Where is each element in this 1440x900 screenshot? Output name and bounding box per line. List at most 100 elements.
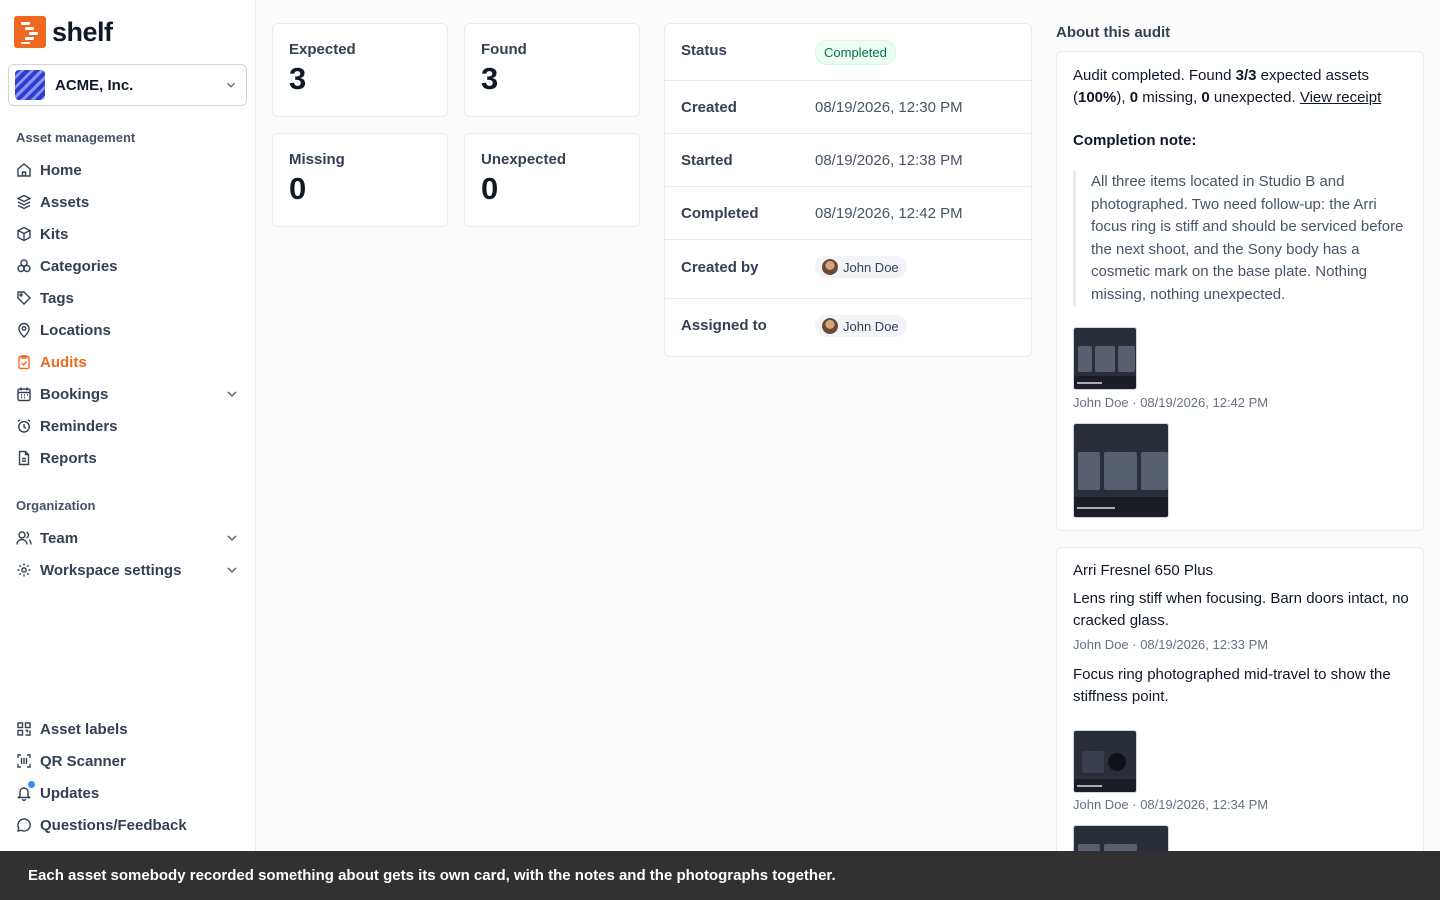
audit-photo-thumbnail[interactable] xyxy=(1073,327,1137,390)
gear-icon xyxy=(17,563,31,577)
user-chip[interactable]: John Doe xyxy=(815,315,907,337)
detail-value: John Doe xyxy=(815,315,907,338)
user-name: John Doe xyxy=(843,318,899,334)
stat-card-unexpected: Unexpected 0 xyxy=(464,133,640,227)
detail-label: Created by xyxy=(681,259,759,276)
sidebar-item-asset-labels[interactable]: Asset labels xyxy=(16,717,242,741)
sidebar-item-label: Locations xyxy=(40,321,111,339)
audit-details-card: Status Completed Created 08/19/2026, 12:… xyxy=(664,23,1032,357)
asset-title[interactable]: Arri Fresnel 650 Plus xyxy=(1073,560,1411,582)
asset-note-card: Arri Fresnel 650 Plus Lens ring stiff wh… xyxy=(1056,547,1424,867)
sidebar-item-updates[interactable]: Updates xyxy=(16,781,242,805)
sidebar-item-home[interactable]: Home xyxy=(16,158,242,182)
detail-row-created-by: Created by John Doe xyxy=(665,240,1031,299)
file-icon xyxy=(18,450,30,466)
sidebar-item-questions-feedback[interactable]: Questions/Feedback xyxy=(16,813,242,837)
about-audit-card: Audit completed. Found 3/3 expected asse… xyxy=(1056,51,1424,531)
sidebar-item-tags[interactable]: Tags xyxy=(16,286,242,310)
stat-label: Found xyxy=(481,41,527,58)
detail-row-created: Created 08/19/2026, 12:30 PM xyxy=(665,81,1031,134)
chevron-down-icon xyxy=(227,82,235,88)
sidebar-item-workspace-settings[interactable]: Workspace settings xyxy=(16,558,242,582)
sidebar-item-label: Team xyxy=(40,529,79,547)
summary-text: missing, xyxy=(1138,89,1202,106)
workspace-switcher[interactable]: ACME, Inc. xyxy=(8,64,247,106)
asset-note: Lens ring stiff when focusing. Barn door… xyxy=(1073,590,1409,629)
message-icon xyxy=(17,818,31,832)
detail-value: Completed xyxy=(815,40,896,65)
brand-name: shelf xyxy=(52,16,113,47)
sidebar-item-label: Updates xyxy=(40,784,100,802)
detail-label: Completed xyxy=(681,205,759,222)
sidebar-item-kits[interactable]: Kits xyxy=(16,222,242,246)
caption-bar: Each asset somebody recorded something a… xyxy=(0,851,1440,900)
chevron-down-icon[interactable] xyxy=(224,386,240,402)
about-audit-title: About this audit xyxy=(1056,24,1171,41)
detail-label: Status xyxy=(681,42,727,59)
sidebar-item-label: Home xyxy=(40,161,82,179)
sidebar-item-reports[interactable]: Reports xyxy=(16,446,242,470)
detail-label: Created xyxy=(681,99,737,116)
alarm-icon xyxy=(17,419,31,433)
sidebar-item-assets[interactable]: Assets xyxy=(16,190,242,214)
user-name: John Doe xyxy=(843,259,899,275)
notification-dot xyxy=(28,781,35,788)
sidebar-item-label: QR Scanner xyxy=(40,752,126,770)
shapes-icon xyxy=(17,259,31,273)
sidebar-item-label: Assets xyxy=(40,193,90,211)
sidebar-item-audits[interactable]: Audits xyxy=(16,350,242,374)
section-asset-management: Asset management xyxy=(16,130,136,145)
audit-summary: Audit completed. Found 3/3 expected asse… xyxy=(1073,65,1411,109)
tag-icon xyxy=(17,291,31,305)
sidebar-item-label: Kits xyxy=(40,225,69,243)
detail-label: Assigned to xyxy=(681,317,767,334)
detail-row-completed: Completed 08/19/2026, 12:42 PM xyxy=(665,187,1031,240)
package-icon xyxy=(17,226,31,242)
asset-photo-thumbnail[interactable] xyxy=(1073,730,1137,793)
sidebar-item-label: Tags xyxy=(40,289,74,307)
detail-row-started: Started 08/19/2026, 12:38 PM xyxy=(665,134,1031,187)
sidebar-item-categories[interactable]: Categories xyxy=(16,254,242,278)
sidebar-item-label: Bookings xyxy=(40,385,109,403)
completion-note-heading: Completion note: xyxy=(1073,132,1197,149)
chevron-down-icon[interactable] xyxy=(224,530,240,546)
view-receipt-link[interactable]: View receipt xyxy=(1300,89,1381,106)
stat-card-missing: Missing 0 xyxy=(272,133,448,227)
sidebar-item-locations[interactable]: Locations xyxy=(16,318,242,342)
found-ratio: 3/3 xyxy=(1235,67,1257,84)
missing-count: 0 xyxy=(1129,89,1139,106)
stat-value: 3 xyxy=(481,61,499,96)
shelf-logo-icon xyxy=(14,16,46,48)
shelf-logo[interactable]: shelf xyxy=(14,16,113,48)
detail-row-assigned-to: Assigned to John Doe xyxy=(665,299,1031,357)
user-chip[interactable]: John Doe xyxy=(815,256,907,278)
sidebar-item-reminders[interactable]: Reminders xyxy=(16,414,242,438)
found-percent: 100% xyxy=(1078,89,1117,106)
audit-photo-thumbnail[interactable] xyxy=(1073,423,1169,518)
sidebar-item-label: Reports xyxy=(40,449,97,467)
sidebar-item-qr-scanner[interactable]: QR Scanner xyxy=(16,749,242,773)
sidebar: shelf ACME, Inc. Asset management Home A… xyxy=(0,0,256,900)
stat-card-expected: Expected 3 xyxy=(272,23,448,117)
summary-text: unexpected. xyxy=(1209,89,1300,106)
users-icon xyxy=(16,531,32,545)
clipboard-check-icon xyxy=(18,355,30,370)
asset-note: Focus ring photographed mid-travel to sh… xyxy=(1073,666,1391,705)
detail-value: 08/19/2026, 12:42 PM xyxy=(815,205,963,222)
sidebar-item-bookings[interactable]: Bookings xyxy=(16,382,242,406)
status-badge: Completed xyxy=(815,40,896,65)
cube-icon xyxy=(16,194,32,210)
sidebar-item-team[interactable]: Team xyxy=(16,526,242,550)
detail-value: John Doe xyxy=(815,256,907,279)
sidebar-item-label: Categories xyxy=(40,257,118,275)
photo-meta: John Doe · 08/19/2026, 12:42 PM xyxy=(1073,395,1269,410)
stat-value: 0 xyxy=(481,171,499,206)
home-icon xyxy=(17,163,31,177)
sidebar-item-label: Workspace settings xyxy=(40,561,182,579)
sidebar-item-label: Audits xyxy=(40,353,87,371)
sidebar-item-label: Asset labels xyxy=(40,720,128,738)
detail-value: 08/19/2026, 12:38 PM xyxy=(815,152,963,169)
workspace-name: ACME, Inc. xyxy=(55,76,134,94)
detail-row-status: Status Completed xyxy=(665,24,1031,81)
chevron-down-icon[interactable] xyxy=(224,562,240,578)
